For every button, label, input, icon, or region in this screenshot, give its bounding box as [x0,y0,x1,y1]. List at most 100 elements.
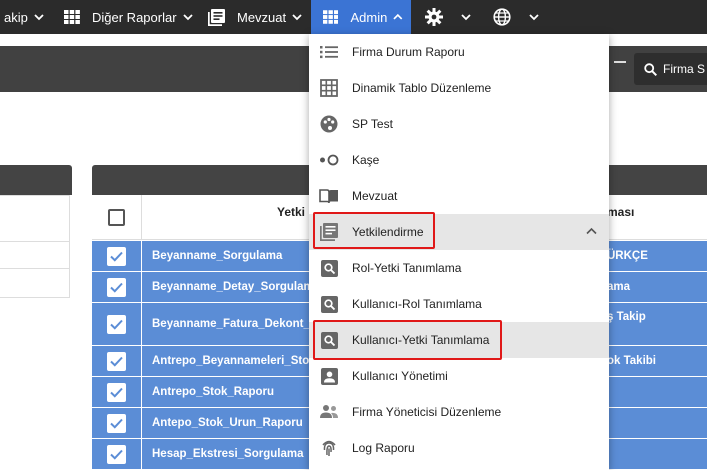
nav-item-diger-raporlar[interactable]: Diğer Raporlar [56,0,201,34]
nav-item-label: akip [4,9,28,25]
list-icon [319,43,339,61]
menu-item-label: SP Test [352,117,393,131]
search-icon [644,62,657,76]
globe-icon [493,8,511,26]
menu-item-label: Rol-Yetki Tanımlama [352,261,462,275]
row-checkbox-cell [92,439,142,469]
people-icon [319,403,339,421]
row-checkbox-cell [92,346,142,376]
row-name: Beyanname_Sorgulama [152,250,283,262]
row-checkbox[interactable] [107,382,126,402]
checkmark-icon [110,449,123,460]
menu-item-kullanici-yetki[interactable]: Kullanıcı-Yetki Tanımlama [309,322,609,358]
column-header-yetki: Yetki [277,205,306,219]
select-all-cell [92,195,142,240]
grid-icon [64,10,80,24]
column-header-right: ması [607,205,635,219]
table-row-divider [0,268,70,269]
grid-icon [323,10,339,24]
search-label: Firma S [663,62,705,76]
menu-item-label: Log Raporu [352,441,415,455]
menu-item-kullanici-yonetimi[interactable]: Kullanıcı Yönetimi [309,358,609,394]
menu-item-firma-durum-raporu[interactable]: Firma Durum Raporu [309,34,609,70]
book-icon [319,187,339,205]
menu-item-firma-yoneticisi[interactable]: Firma Yöneticisi Düzenleme [309,394,609,430]
row-name: Antrepo_Stok_Raporu [152,386,275,398]
nav-item-label: Mevzuat [237,9,287,25]
table-row-divider [0,241,70,242]
company-search-input[interactable]: Firma S [634,53,707,85]
checkmark-icon [110,251,123,262]
row-extra: ok Takibi [607,355,656,367]
search-box-icon [319,331,339,349]
row-extra: ş Takip [607,311,646,323]
chevron-down-icon [182,14,193,21]
nav-item-takip[interactable]: akip [0,0,52,34]
table-icon [319,79,339,97]
row-name: Antepo_Stok_Urun_Raporu [152,417,303,429]
chevron-down-icon [292,14,302,21]
menu-item-mevzuat[interactable]: Mevzuat [309,178,609,214]
row-name: Beyanname_Detay_Sorgulama [152,281,321,293]
row-checkbox-cell [92,241,142,271]
menu-item-label: Kullanıcı-Yetki Tanımlama [352,333,490,347]
menu-item-label: Dinamik Tablo Düzenleme [352,81,492,95]
menu-item-sp-test[interactable]: SP Test [309,106,609,142]
minimize-icon[interactable] [614,61,626,63]
row-name: Antrepo_Beyannameleri_Stok [152,355,316,367]
nav-item-label: Admin [350,9,388,25]
row-name: Beyanname_Fatura_Dekont_İş [152,318,320,330]
search-box-icon [319,259,339,277]
palette-icon [319,115,339,133]
menu-item-label: Kullanıcı-Rol Tanımlama [352,297,482,311]
document-icon [208,8,225,26]
row-checkbox[interactable] [107,351,126,371]
row-checkbox-cell [92,377,142,407]
left-panel-header [0,165,72,195]
menu-item-kase[interactable]: Kaşe [309,142,609,178]
chevron-up-icon [586,227,597,235]
search-box-icon [319,295,339,313]
checkmark-icon [110,356,123,367]
gear-icon [425,8,443,26]
menu-item-kullanici-rol[interactable]: Kullanıcı-Rol Tanımlama [309,286,609,322]
nav-item-admin[interactable]: Admin [311,0,411,34]
nav-item-label: Diğer Raporlar [92,9,177,25]
row-checkbox[interactable] [107,413,126,433]
row-name: Hesap_Ekstresi_Sorgulama [152,448,304,460]
menu-item-label: Mevzuat [352,189,398,203]
admin-dropdown-menu: Firma Durum Raporu Dinamik Tablo Düzenle… [309,34,609,470]
row-checkbox[interactable] [107,277,126,297]
select-all-checkbox[interactable] [108,209,125,226]
fingerprint-icon [319,439,339,457]
chevron-down-icon [461,14,471,21]
chevron-up-icon [393,13,403,20]
row-checkbox-cell [92,408,142,438]
menu-item-label: Firma Durum Raporu [352,45,465,59]
document-icon [319,223,339,241]
row-extra: ama [607,281,631,293]
toggle-dots-icon [319,151,339,169]
row-extra: ÜRKÇE [607,250,648,262]
menu-item-label: Kaşe [352,153,380,167]
row-checkbox-cell [92,272,142,302]
checkmark-icon [110,387,123,398]
nav-item-settings[interactable] [417,0,479,34]
nav-item-mevzuat[interactable]: Mevzuat [200,0,310,34]
nav-item-language[interactable] [485,0,547,34]
left-panel-body [0,195,70,298]
row-checkbox-cell [92,303,142,345]
row-checkbox[interactable] [107,444,126,464]
menu-item-log-raporu[interactable]: Log Raporu [309,430,609,466]
chevron-down-icon [34,14,44,21]
checkmark-icon [110,418,123,429]
top-nav-bar: akip Diğer Raporlar Mevzuat Admin [0,0,707,34]
menu-item-dinamik-tablo[interactable]: Dinamik Tablo Düzenleme [309,70,609,106]
row-checkbox[interactable] [107,246,126,266]
checkmark-icon [110,282,123,293]
menu-item-label: Yetkilendirme [352,225,424,239]
menu-item-rol-yetki[interactable]: Rol-Yetki Tanımlama [309,250,609,286]
row-checkbox[interactable] [107,314,126,334]
menu-item-yetkilendirme[interactable]: Yetkilendirme [309,214,609,250]
menu-item-label: Firma Yöneticisi Düzenleme [352,405,502,419]
